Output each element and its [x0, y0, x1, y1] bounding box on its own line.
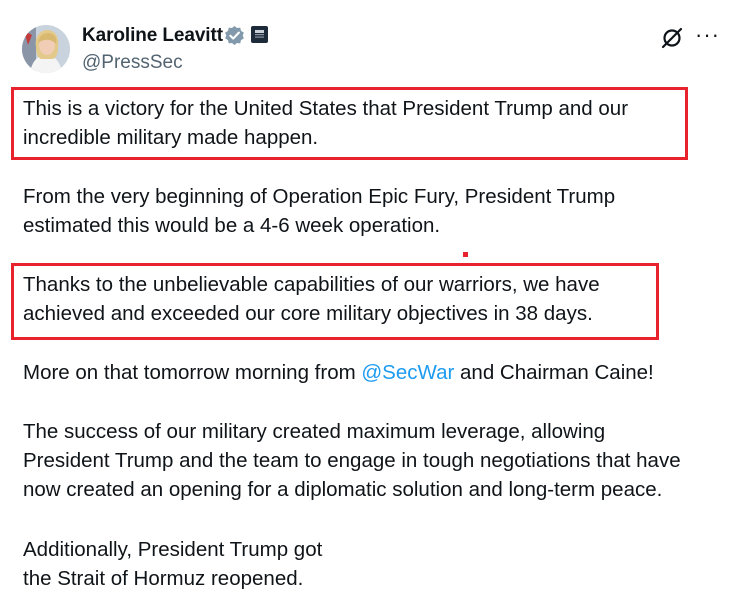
post-line: Thanks to the unbelievable capabilities …: [23, 273, 600, 296]
more-options-icon[interactable]: ···: [695, 22, 720, 48]
post-line: From the very beginning of Operation Epi…: [23, 185, 616, 208]
post-line: The success of our military created maxi…: [23, 420, 606, 443]
post-paragraph-4: More on that tomorrow morning from @SecW…: [23, 358, 654, 387]
post-line: Additionally, President Trump got: [23, 538, 323, 561]
post-paragraph-1: This is a victory for the United States …: [23, 94, 628, 152]
grok-icon[interactable]: [660, 26, 684, 50]
mention-link[interactable]: @SecWar: [361, 361, 454, 384]
post-text: and Chairman Caine!: [454, 361, 654, 384]
post-text: More on that tomorrow morning from: [23, 361, 362, 384]
post-paragraph-6: Additionally, President Trump got the St…: [23, 535, 322, 593]
affiliation-badge-icon[interactable]: [251, 26, 268, 43]
highlight-mark: [463, 252, 468, 257]
post-line: estimated this would be a 4-6 week opera…: [23, 214, 441, 237]
post-line: incredible military made happen.: [23, 126, 319, 149]
post-paragraph-2: From the very beginning of Operation Epi…: [23, 182, 615, 240]
post-line: now created an opening for a diplomatic …: [23, 478, 663, 501]
post-line: achieved and exceeded our core military …: [23, 302, 593, 325]
verified-badge-icon[interactable]: [224, 25, 245, 46]
avatar[interactable]: [22, 25, 70, 73]
post-paragraph-3: Thanks to the unbelievable capabilities …: [23, 270, 600, 328]
post-line: the Strait of Hormuz reopened.: [23, 567, 304, 590]
author-name[interactable]: Karoline Leavitt: [82, 25, 223, 47]
post-line: This is a victory for the United States …: [23, 97, 629, 120]
avatar-photo: [22, 25, 70, 73]
author-handle[interactable]: @PressSec: [82, 52, 183, 74]
white-house-seal-icon: [255, 30, 264, 38]
post-paragraph-5: The success of our military created maxi…: [23, 417, 681, 504]
post-line: President Trump and the team to engage i…: [23, 449, 681, 472]
